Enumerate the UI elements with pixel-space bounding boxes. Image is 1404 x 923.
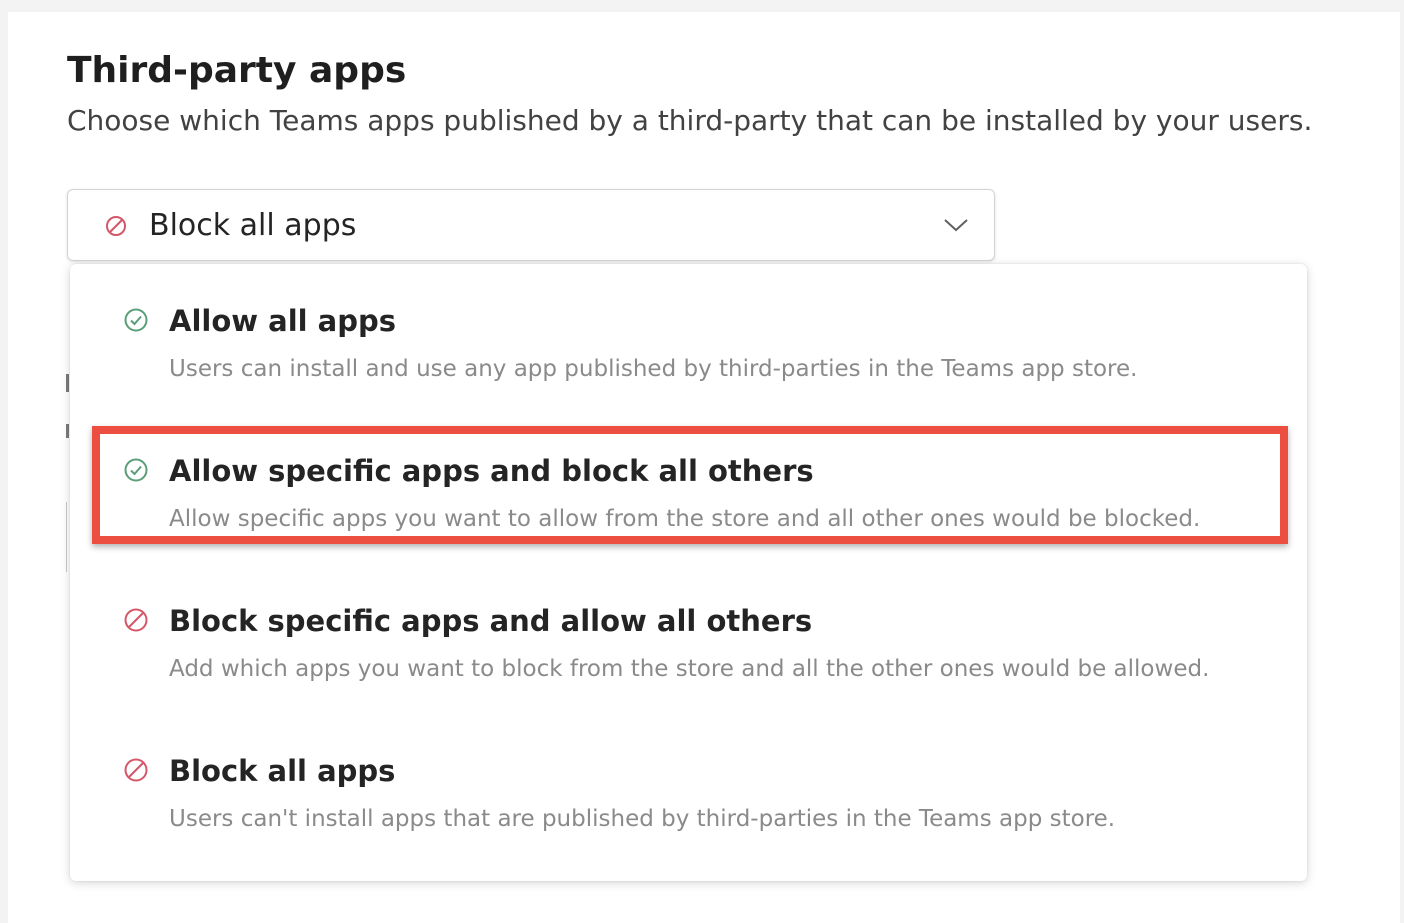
third-party-apps-dropdown[interactable]: Block all apps xyxy=(67,189,995,261)
section-subtitle: Choose which Teams apps published by a t… xyxy=(67,104,1313,137)
option-label: Allow specific apps and block all others xyxy=(169,454,814,488)
check-circle-icon xyxy=(124,458,148,482)
background-text-fragment xyxy=(66,424,69,438)
block-icon xyxy=(124,758,148,782)
option-allow-specific-apps[interactable]: Allow specific apps and block all others… xyxy=(70,414,1307,564)
dropdown-menu: Allow all apps Users can install and use… xyxy=(70,264,1307,881)
option-label: Allow all apps xyxy=(169,304,397,338)
option-description: Users can install and use any app publis… xyxy=(169,356,1138,382)
block-icon xyxy=(106,216,126,236)
option-block-specific-apps[interactable]: Block specific apps and allow all others… xyxy=(70,564,1307,714)
option-allow-all-apps[interactable]: Allow all apps Users can install and use… xyxy=(70,264,1307,414)
block-icon xyxy=(124,608,148,632)
option-description: Users can't install apps that are publis… xyxy=(169,806,1116,832)
check-circle-icon xyxy=(124,308,148,332)
option-block-all-apps[interactable]: Block all apps Users can't install apps … xyxy=(70,714,1307,864)
option-description: Allow specific apps you want to allow fr… xyxy=(169,506,1201,532)
chevron-down-icon[interactable] xyxy=(942,215,970,235)
dropdown-selected-value: Block all apps xyxy=(149,208,357,243)
option-description: Add which apps you want to block from th… xyxy=(169,656,1210,682)
option-label: Block specific apps and allow all others xyxy=(169,604,813,638)
section-title: Third-party apps xyxy=(67,50,407,91)
option-label: Block all apps xyxy=(169,754,396,788)
background-text-fragment xyxy=(66,374,69,392)
